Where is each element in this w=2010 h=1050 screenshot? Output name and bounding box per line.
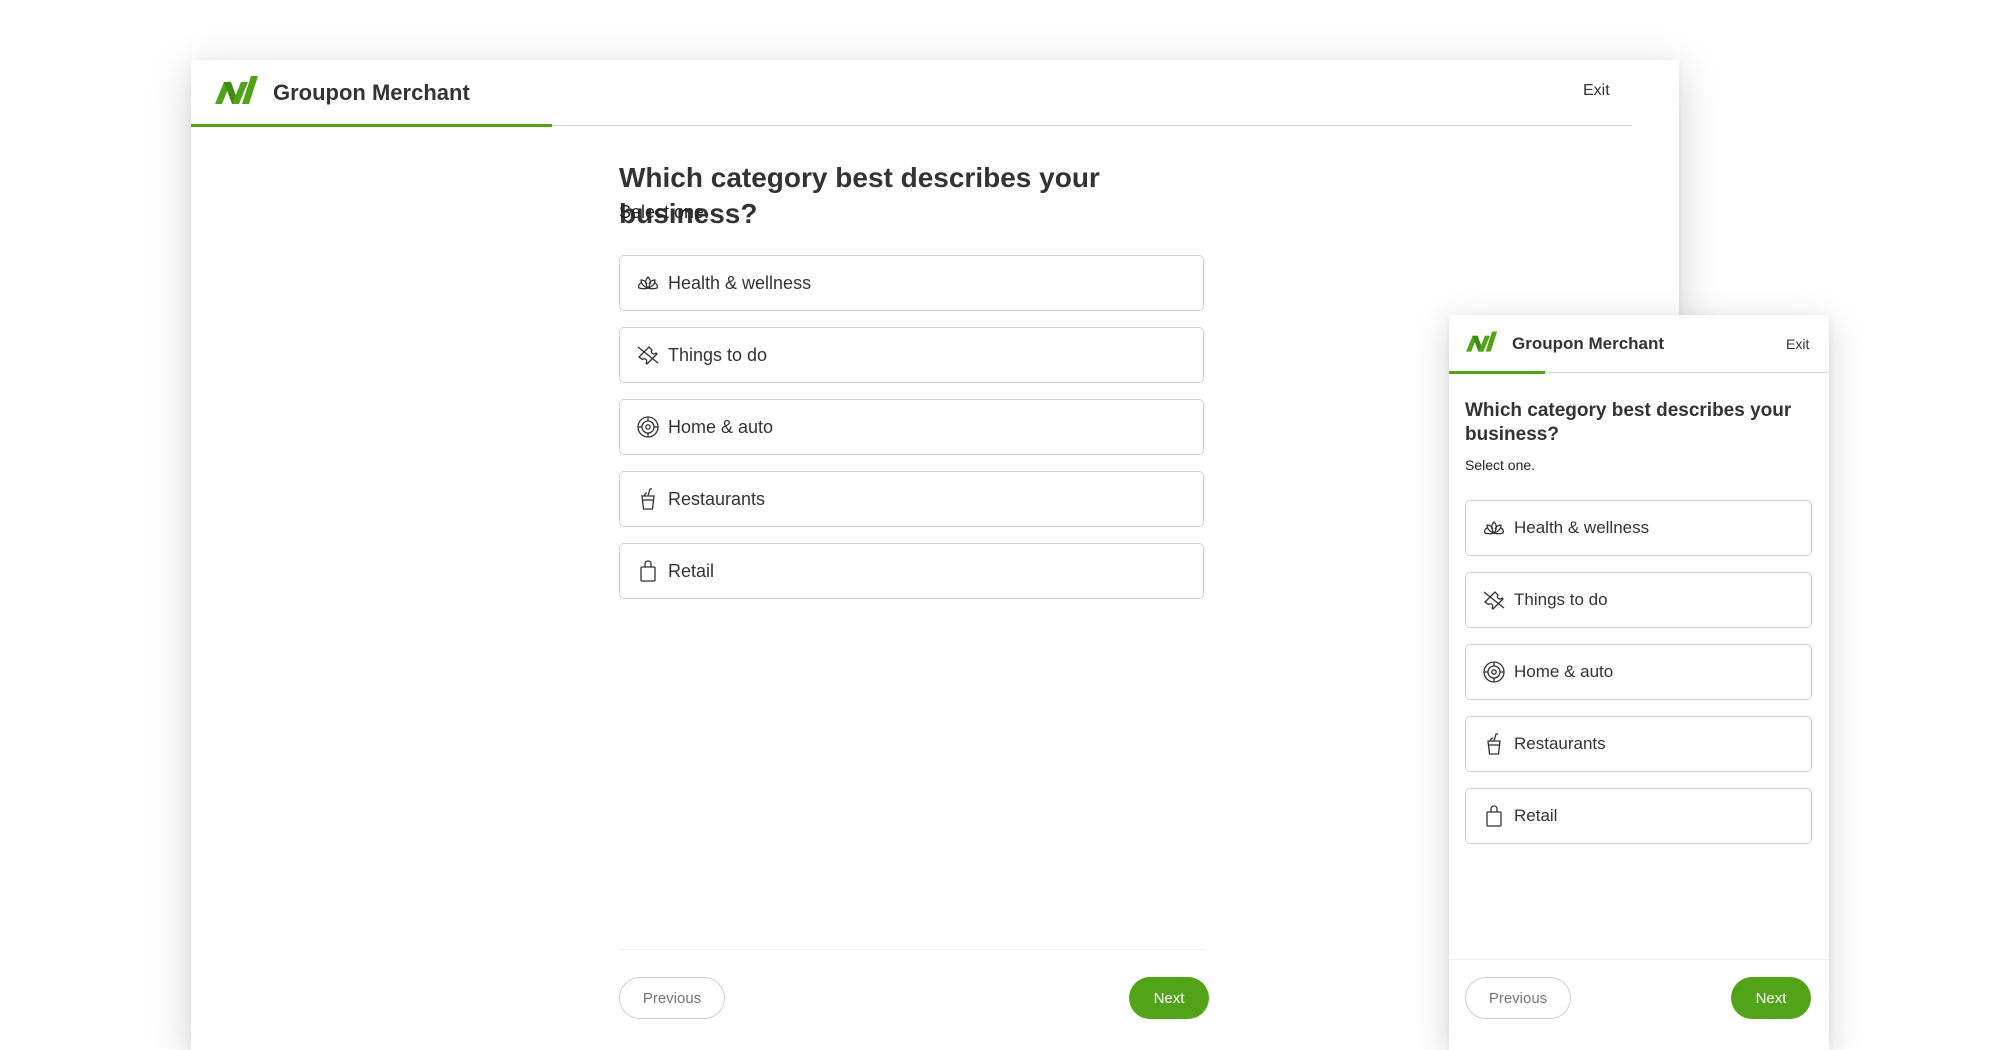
shopping-bag-icon: [1482, 804, 1506, 828]
progress-bar: [1449, 371, 1545, 374]
shopping-bag-icon: [636, 559, 660, 583]
footer-divider: [619, 949, 1204, 950]
page-subtitle: Select one.: [1465, 457, 1536, 473]
option-label: Retail: [1514, 806, 1558, 825]
footer-divider: [1449, 959, 1829, 960]
option-retail[interactable]: Retail: [619, 543, 1204, 599]
page-subtitle: Select one.: [619, 202, 710, 222]
option-label: Things to do: [668, 345, 768, 365]
progress-bar: [191, 124, 552, 127]
option-health-wellness[interactable]: Health & wellness: [619, 255, 1204, 311]
lotus-icon: [1482, 516, 1506, 540]
option-label: Retail: [668, 561, 715, 581]
brand-name: Groupon Merchant: [273, 80, 470, 105]
option-label: Home & auto: [668, 417, 774, 437]
ticket-icon: [636, 343, 660, 367]
previous-button[interactable]: Previous: [1465, 977, 1571, 1019]
option-label: Things to do: [1514, 590, 1608, 609]
previous-button[interactable]: Previous: [619, 977, 725, 1019]
ticket-icon: [1482, 588, 1506, 612]
option-label: Restaurants: [1514, 734, 1606, 753]
option-home-auto[interactable]: Home & auto: [619, 399, 1204, 455]
option-label: Health & wellness: [1514, 518, 1650, 537]
page-title: Which category best describes your busin…: [619, 162, 1100, 229]
category-options: Health & wellness Things to do Home & au…: [619, 255, 1204, 615]
header: Groupon Merchant Exit: [191, 60, 1632, 126]
drink-cup-icon: [636, 487, 660, 511]
option-things-to-do[interactable]: Things to do: [1465, 572, 1812, 628]
option-restaurants[interactable]: Restaurants: [1465, 716, 1812, 772]
tire-icon: [1482, 660, 1506, 684]
lotus-icon: [636, 271, 660, 295]
mobile-view: Groupon Merchant Exit Which category bes…: [1449, 315, 1829, 1050]
option-restaurants[interactable]: Restaurants: [619, 471, 1204, 527]
option-label: Home & auto: [1514, 662, 1614, 681]
header: Groupon Merchant Exit: [1449, 315, 1829, 373]
exit-link[interactable]: Exit: [1786, 334, 1809, 354]
next-button[interactable]: Next: [1129, 977, 1209, 1019]
option-things-to-do[interactable]: Things to do: [619, 327, 1204, 383]
tire-icon: [636, 415, 660, 439]
option-home-auto[interactable]: Home & auto: [1465, 644, 1812, 700]
option-health-wellness[interactable]: Health & wellness: [1465, 500, 1812, 556]
option-retail[interactable]: Retail: [1465, 788, 1812, 844]
page-title: Which category best describes your busin…: [1465, 400, 1792, 445]
next-button[interactable]: Next: [1731, 977, 1811, 1019]
category-options: Health & wellness Things to do Home & au…: [1465, 500, 1812, 860]
brand-name: Groupon Merchant: [1512, 334, 1665, 353]
drink-cup-icon: [1482, 732, 1506, 756]
groupon-merchant-logo-icon: [215, 74, 259, 110]
option-label: Restaurants: [668, 489, 766, 509]
groupon-merchant-logo-icon: [1465, 330, 1499, 356]
option-label: Health & wellness: [668, 273, 812, 293]
exit-link[interactable]: Exit: [1583, 80, 1610, 102]
